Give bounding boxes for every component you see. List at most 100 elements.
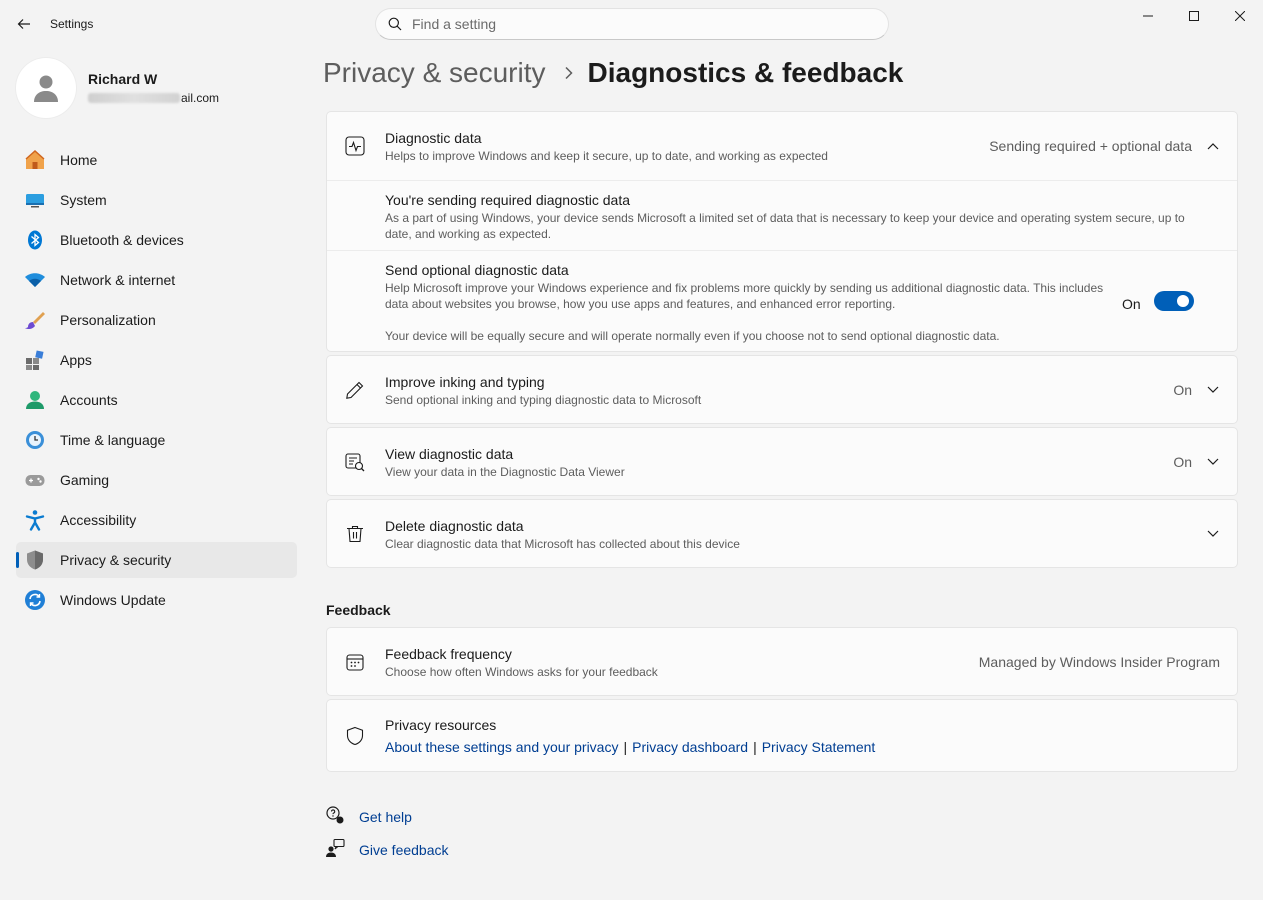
optional-data-toggle[interactable] bbox=[1154, 291, 1194, 311]
delete-data-card[interactable]: Delete diagnostic data Clear diagnostic … bbox=[326, 499, 1238, 568]
maximize-button[interactable] bbox=[1171, 0, 1217, 32]
maximize-icon bbox=[1189, 11, 1199, 21]
chevron-down-icon[interactable] bbox=[1205, 454, 1221, 470]
title-bar: Settings bbox=[0, 0, 1263, 48]
sidebar-item-accounts[interactable]: Accounts bbox=[16, 382, 297, 418]
sidebar-item-system[interactable]: System bbox=[16, 182, 297, 218]
privacy-resources-card: Privacy resources About these settings a… bbox=[326, 699, 1238, 772]
system-icon bbox=[24, 189, 46, 211]
brush-icon bbox=[24, 309, 46, 331]
chevron-down-icon[interactable] bbox=[1205, 382, 1221, 398]
search-icon bbox=[388, 17, 402, 31]
update-icon bbox=[24, 589, 46, 611]
data-viewer-icon bbox=[345, 452, 365, 472]
give-feedback-row: Give feedback bbox=[325, 838, 449, 861]
optional-data-row: Send optional diagnostic data Help Micro… bbox=[327, 250, 1237, 351]
optional-data-toggle-label: On bbox=[1122, 296, 1141, 312]
accounts-icon bbox=[24, 389, 46, 411]
email-blur bbox=[88, 93, 180, 103]
gamepad-icon bbox=[24, 469, 46, 491]
back-arrow-icon bbox=[17, 19, 30, 29]
sidebar-item-privacy-security[interactable]: Privacy & security bbox=[16, 542, 297, 578]
breadcrumb: Privacy & security Diagnostics & feedbac… bbox=[323, 57, 903, 89]
diagnostic-data-desc: Helps to improve Windows and keep it sec… bbox=[385, 148, 828, 163]
sidebar-item-network[interactable]: Network & internet bbox=[16, 262, 297, 298]
wifi-icon bbox=[24, 269, 46, 291]
get-help-link[interactable]: Get help bbox=[359, 809, 412, 825]
privacy-statement-link[interactable]: Privacy Statement bbox=[762, 739, 876, 755]
view-data-status: On bbox=[1173, 454, 1192, 470]
get-help-row: Get help bbox=[325, 805, 412, 828]
privacy-resources-title: Privacy resources bbox=[385, 717, 497, 733]
optional-data-title: Send optional diagnostic data bbox=[385, 262, 569, 278]
sidebar-item-personalization[interactable]: Personalization bbox=[16, 302, 297, 338]
inking-status: On bbox=[1173, 382, 1192, 398]
minimize-button[interactable] bbox=[1125, 0, 1171, 32]
optional-data-note: Your device will be equally secure and w… bbox=[385, 329, 1000, 343]
chevron-up-icon[interactable] bbox=[1205, 138, 1221, 154]
required-data-row: You're sending required diagnostic data … bbox=[327, 180, 1237, 250]
profile-name: Richard W bbox=[88, 71, 158, 87]
view-data-desc: View your data in the Diagnostic Data Vi… bbox=[385, 464, 625, 479]
about-settings-link[interactable]: About these settings and your privacy bbox=[385, 739, 618, 755]
profile-email: ail.com bbox=[88, 91, 219, 105]
search-box[interactable] bbox=[375, 8, 889, 40]
view-data-title: View diagnostic data bbox=[385, 445, 514, 462]
pulse-icon bbox=[345, 136, 365, 156]
sidebar-item-apps[interactable]: Apps bbox=[16, 342, 297, 378]
feedback-icon bbox=[325, 838, 345, 861]
clock-globe-icon bbox=[24, 429, 46, 451]
required-data-desc: As a part of using Windows, your device … bbox=[385, 211, 1185, 241]
close-button[interactable] bbox=[1217, 0, 1263, 32]
feedback-frequency-status: Managed by Windows Insider Program bbox=[978, 654, 1220, 670]
sidebar-item-time-language[interactable]: Time & language bbox=[16, 422, 297, 458]
view-data-card[interactable]: View diagnostic data View your data in t… bbox=[326, 427, 1238, 496]
sidebar-nav: Home System Bluetooth & devices Network … bbox=[16, 142, 297, 622]
shield-outline-icon bbox=[345, 726, 365, 746]
sidebar-item-gaming[interactable]: Gaming bbox=[16, 462, 297, 498]
privacy-links: About these settings and your privacy | … bbox=[385, 739, 875, 755]
give-feedback-link[interactable]: Give feedback bbox=[359, 842, 449, 858]
breadcrumb-parent[interactable]: Privacy & security bbox=[323, 57, 546, 89]
pen-icon bbox=[345, 380, 365, 400]
avatar bbox=[16, 58, 76, 118]
diagnostic-data-card: Diagnostic data Helps to improve Windows… bbox=[326, 111, 1238, 352]
chevron-right-icon bbox=[564, 66, 574, 80]
inking-title: Improve inking and typing bbox=[385, 373, 545, 390]
feedback-section-title: Feedback bbox=[326, 602, 391, 618]
privacy-dashboard-link[interactable]: Privacy dashboard bbox=[632, 739, 748, 755]
diagnostic-data-status: Sending required + optional data bbox=[989, 138, 1192, 154]
feedback-frequency-desc: Choose how often Windows asks for your f… bbox=[385, 664, 658, 679]
close-icon bbox=[1235, 11, 1245, 21]
inking-desc: Send optional inking and typing diagnost… bbox=[385, 392, 702, 407]
inking-card[interactable]: Improve inking and typing Send optional … bbox=[326, 355, 1238, 424]
apps-icon bbox=[24, 349, 46, 371]
help-chat-icon bbox=[325, 805, 345, 828]
link-separator: | bbox=[753, 739, 757, 755]
user-profile[interactable]: Richard W ail.com bbox=[16, 56, 219, 120]
accessibility-icon bbox=[24, 509, 46, 531]
home-icon bbox=[24, 149, 46, 171]
required-data-title: You're sending required diagnostic data bbox=[385, 192, 630, 208]
chevron-down-icon[interactable] bbox=[1205, 526, 1221, 542]
sidebar-item-home[interactable]: Home bbox=[16, 142, 297, 178]
trash-icon bbox=[345, 524, 365, 544]
back-button[interactable] bbox=[12, 12, 36, 36]
bluetooth-icon bbox=[24, 229, 46, 251]
sidebar-item-windows-update[interactable]: Windows Update bbox=[16, 582, 297, 618]
shield-icon bbox=[24, 549, 46, 571]
diagnostic-data-header[interactable]: Diagnostic data Helps to improve Windows… bbox=[327, 112, 1237, 180]
search-input[interactable] bbox=[412, 16, 852, 32]
link-separator: | bbox=[623, 739, 628, 755]
feedback-frequency-card: Feedback frequency Choose how often Wind… bbox=[326, 627, 1238, 696]
minimize-icon bbox=[1143, 15, 1153, 17]
delete-data-title: Delete diagnostic data bbox=[385, 517, 524, 534]
sidebar-item-bluetooth[interactable]: Bluetooth & devices bbox=[16, 222, 297, 258]
page-title: Diagnostics & feedback bbox=[587, 57, 904, 88]
optional-data-desc: Help Microsoft improve your Windows expe… bbox=[385, 281, 1104, 311]
sidebar-item-accessibility[interactable]: Accessibility bbox=[16, 502, 297, 538]
feedback-frequency-title: Feedback frequency bbox=[385, 645, 512, 662]
calendar-icon bbox=[345, 652, 365, 672]
person-icon bbox=[34, 75, 58, 102]
app-title: Settings bbox=[50, 17, 94, 31]
